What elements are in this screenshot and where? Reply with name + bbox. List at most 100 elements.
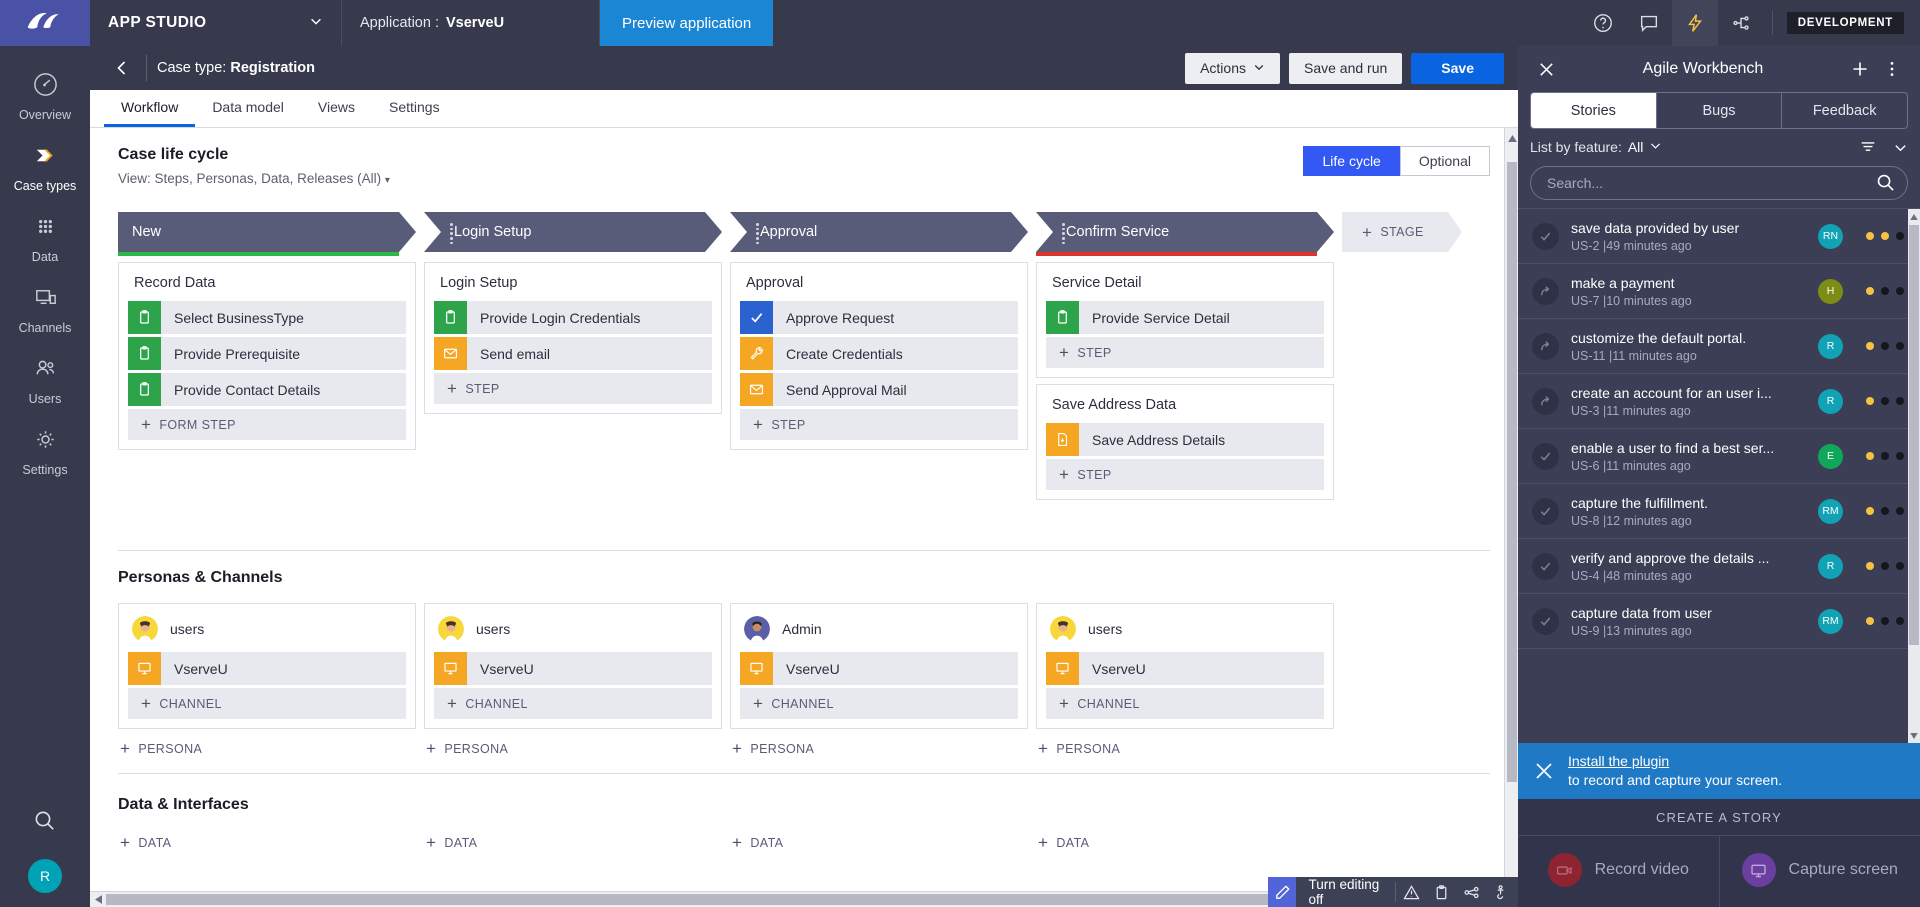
add-step-button[interactable]: + STEP xyxy=(1046,459,1324,490)
clipboard-icon[interactable] xyxy=(1426,877,1456,907)
preview-application-button[interactable]: Preview application xyxy=(600,0,774,46)
stage-header[interactable]: New xyxy=(118,212,416,252)
save-and-run-button[interactable]: Save and run xyxy=(1289,52,1403,84)
sidebar-item-settings[interactable]: Settings xyxy=(0,415,90,486)
chat-icon[interactable] xyxy=(1626,0,1672,46)
avatar[interactable]: H xyxy=(1818,278,1843,304)
persona-header[interactable]: users xyxy=(434,614,712,652)
accessibility-icon[interactable] xyxy=(1487,877,1517,907)
filter-value[interactable]: All xyxy=(1628,139,1644,155)
search-icon[interactable] xyxy=(32,808,58,839)
capture-screen-button[interactable]: Capture screen xyxy=(1718,836,1920,907)
stage-header[interactable]: Login Setup xyxy=(424,212,722,252)
share-nodes-icon[interactable] xyxy=(1456,877,1486,907)
add-data-button[interactable]: + DATA xyxy=(424,834,722,851)
step-row[interactable]: Provide Login Credentials xyxy=(434,301,712,334)
story-list-scrollbar[interactable] xyxy=(1908,209,1920,744)
plus-icon[interactable] xyxy=(1844,53,1876,85)
tab-data-model[interactable]: Data model xyxy=(195,90,301,127)
toggle-optional[interactable]: Optional xyxy=(1399,146,1490,176)
actions-button[interactable]: Actions xyxy=(1185,52,1280,84)
tab-workflow[interactable]: Workflow xyxy=(104,90,196,127)
kebab-menu-icon[interactable] xyxy=(1876,53,1908,85)
turn-editing-off-button[interactable]: Turn editing off xyxy=(1296,877,1395,907)
add-form-step-button[interactable]: + FORM STEP xyxy=(128,409,406,440)
add-persona-button[interactable]: + PERSONA xyxy=(1036,740,1334,757)
sidebar-item-case-types[interactable]: Case types xyxy=(0,131,90,202)
add-channel-button[interactable]: + CHANNEL xyxy=(434,688,712,719)
view-selector[interactable]: View: Steps, Personas, Data, Releases (A… xyxy=(118,171,390,186)
step-row[interactable]: Select BusinessType xyxy=(128,301,406,334)
step-row[interactable]: Provide Prerequisite xyxy=(128,337,406,370)
add-stage-button[interactable]: + STAGE xyxy=(1342,212,1462,252)
drag-grip-icon[interactable] xyxy=(450,223,454,241)
avatar[interactable]: RM xyxy=(1818,608,1843,634)
add-persona-button[interactable]: + PERSONA xyxy=(118,740,416,757)
filter-lines-icon[interactable] xyxy=(1859,138,1877,156)
record-video-button[interactable]: Record video xyxy=(1518,836,1719,907)
tab-feedback[interactable]: Feedback xyxy=(1782,93,1907,128)
sidebar-item-users[interactable]: Users xyxy=(0,344,90,415)
toggle-life-cycle[interactable]: Life cycle xyxy=(1303,146,1400,176)
add-step-button[interactable]: + STEP xyxy=(1046,337,1324,368)
search-input[interactable] xyxy=(1530,166,1908,200)
step-row[interactable]: Create Credentials xyxy=(740,337,1018,370)
scroll-thumb[interactable] xyxy=(1909,225,1919,645)
add-step-button[interactable]: + STEP xyxy=(740,409,1018,440)
scroll-down-arrow-icon[interactable] xyxy=(1908,728,1920,743)
avatar[interactable]: E xyxy=(1818,443,1843,469)
tab-stories[interactable]: Stories xyxy=(1531,93,1657,128)
install-plugin-link[interactable]: Install the plugin xyxy=(1568,752,1782,771)
chevron-down-icon[interactable] xyxy=(1649,139,1662,155)
add-step-button[interactable]: + STEP xyxy=(434,373,712,404)
tab-settings[interactable]: Settings xyxy=(372,90,457,127)
close-icon[interactable] xyxy=(1532,760,1556,782)
step-row[interactable]: Send email xyxy=(434,337,712,370)
share-tree-icon[interactable] xyxy=(1718,0,1764,46)
avatar[interactable]: R xyxy=(1818,333,1843,359)
list-item[interactable]: make a payment US-7 |10 minutes ago H xyxy=(1518,264,1920,319)
avatar[interactable]: RN xyxy=(1818,223,1843,249)
sidebar-item-overview[interactable]: Overview xyxy=(0,60,90,131)
step-row[interactable]: Approve Request xyxy=(740,301,1018,334)
add-persona-button[interactable]: + PERSONA xyxy=(730,740,1028,757)
list-item[interactable]: capture data from user US-9 |13 minutes … xyxy=(1518,594,1920,649)
tab-views[interactable]: Views xyxy=(301,90,372,127)
channel-row[interactable]: VserveU xyxy=(434,652,712,685)
scroll-up-arrow-icon[interactable] xyxy=(1505,130,1518,146)
canvas-vertical-scrollbar[interactable] xyxy=(1504,128,1518,907)
step-row[interactable]: Provide Contact Details xyxy=(128,373,406,406)
persona-header[interactable]: Admin xyxy=(740,614,1018,652)
step-row[interactable]: Save Address Details xyxy=(1046,423,1324,456)
persona-header[interactable]: users xyxy=(1046,614,1324,652)
add-persona-button[interactable]: + PERSONA xyxy=(424,740,722,757)
persona-header[interactable]: users xyxy=(128,614,406,652)
list-item[interactable]: capture the fulfillment. US-8 |12 minute… xyxy=(1518,484,1920,539)
add-channel-button[interactable]: + CHANNEL xyxy=(1046,688,1324,719)
scroll-up-arrow-icon[interactable] xyxy=(1908,209,1920,224)
studio-selector[interactable]: APP STUDIO xyxy=(90,0,342,46)
list-item[interactable]: save data provided by user US-2 |49 minu… xyxy=(1518,209,1920,264)
avatar[interactable]: R xyxy=(1818,388,1843,414)
list-item[interactable]: customize the default portal. US-11 |11 … xyxy=(1518,319,1920,374)
add-data-button[interactable]: + DATA xyxy=(118,834,416,851)
add-channel-button[interactable]: + CHANNEL xyxy=(128,688,406,719)
step-row[interactable]: Provide Service Detail xyxy=(1046,301,1324,334)
arrow-left-icon[interactable] xyxy=(102,46,142,90)
pega-logo-icon[interactable] xyxy=(0,0,90,46)
warning-icon[interactable] xyxy=(1396,877,1426,907)
tab-bugs[interactable]: Bugs xyxy=(1657,93,1783,128)
application-selector[interactable]: Application : VserveU xyxy=(342,0,600,46)
step-row[interactable]: Send Approval Mail xyxy=(740,373,1018,406)
sidebar-item-data[interactable]: Data xyxy=(0,202,90,273)
sidebar-item-channels[interactable]: Channels xyxy=(0,273,90,344)
list-item[interactable]: enable a user to find a best ser... US-6… xyxy=(1518,429,1920,484)
close-icon[interactable] xyxy=(1530,53,1562,85)
add-channel-button[interactable]: + CHANNEL xyxy=(740,688,1018,719)
drag-grip-icon[interactable] xyxy=(1062,223,1066,241)
list-item[interactable]: verify and approve the details ... US-4 … xyxy=(1518,539,1920,594)
close-icon[interactable] xyxy=(1517,877,1518,907)
stage-header[interactable]: Confirm Service xyxy=(1036,212,1334,252)
avatar[interactable]: RM xyxy=(1818,498,1843,524)
drag-grip-icon[interactable] xyxy=(756,223,760,241)
